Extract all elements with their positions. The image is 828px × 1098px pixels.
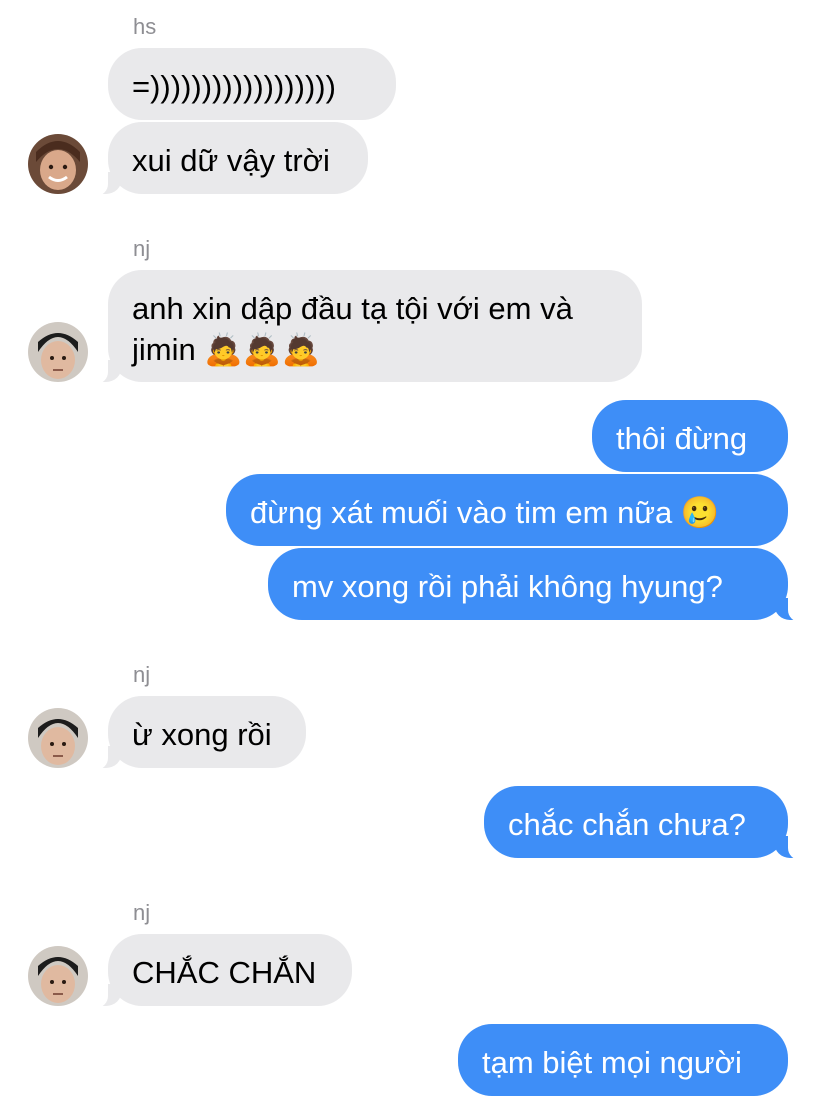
- message-text: xui dữ vậy trời: [132, 143, 330, 178]
- message-bubble-outgoing[interactable]: đừng xát muối vào tim em nữa 🥲: [226, 474, 788, 546]
- message-bubble-outgoing[interactable]: chắc chắn chưa?: [484, 786, 810, 860]
- message-bubble-incoming[interactable]: xui dữ vậy trời: [86, 122, 368, 196]
- message-bubble-incoming[interactable]: CHẮC CHẮN: [86, 934, 352, 1008]
- sender-name-label: nj: [133, 662, 151, 687]
- message-text: ừ xong rồi: [132, 717, 272, 752]
- message-text: CHẮC CHẮN: [132, 955, 317, 990]
- message-text: =)))))))))))))))))): [132, 69, 336, 104]
- message-text: thôi đừng: [616, 421, 748, 456]
- avatar-nj[interactable]: [28, 946, 88, 1006]
- message-bubble-incoming[interactable]: ừ xong rồi: [86, 696, 306, 770]
- avatar-nj[interactable]: [28, 322, 88, 382]
- message-text-line: jimin 🙇🙇🙇: [132, 332, 321, 367]
- message-bubble-outgoing[interactable]: tạm biệt mọi người: [458, 1024, 788, 1096]
- message-bubble-incoming[interactable]: anh xin dập đầu tạ tội với em và jimin 🙇…: [86, 270, 642, 384]
- message-bubble-incoming[interactable]: =)))))))))))))))))): [108, 48, 396, 120]
- sender-name-label: nj: [133, 236, 151, 261]
- avatar-hs[interactable]: [28, 134, 88, 194]
- sender-name-label: hs: [133, 14, 157, 39]
- message-bubble-outgoing[interactable]: thôi đừng: [592, 400, 788, 472]
- message-bubble-outgoing[interactable]: mv xong rồi phải không hyung?: [268, 548, 810, 622]
- message-text: mv xong rồi phải không hyung?: [292, 569, 723, 604]
- message-text-line: anh xin dập đầu tạ tội với em và: [132, 291, 573, 326]
- message-text: chắc chắn chưa?: [508, 807, 746, 842]
- avatar-nj[interactable]: [28, 708, 88, 768]
- sender-name-label: nj: [133, 900, 151, 925]
- message-text: đừng xát muối vào tim em nữa 🥲: [250, 495, 720, 530]
- message-text: tạm biệt mọi người: [482, 1045, 742, 1080]
